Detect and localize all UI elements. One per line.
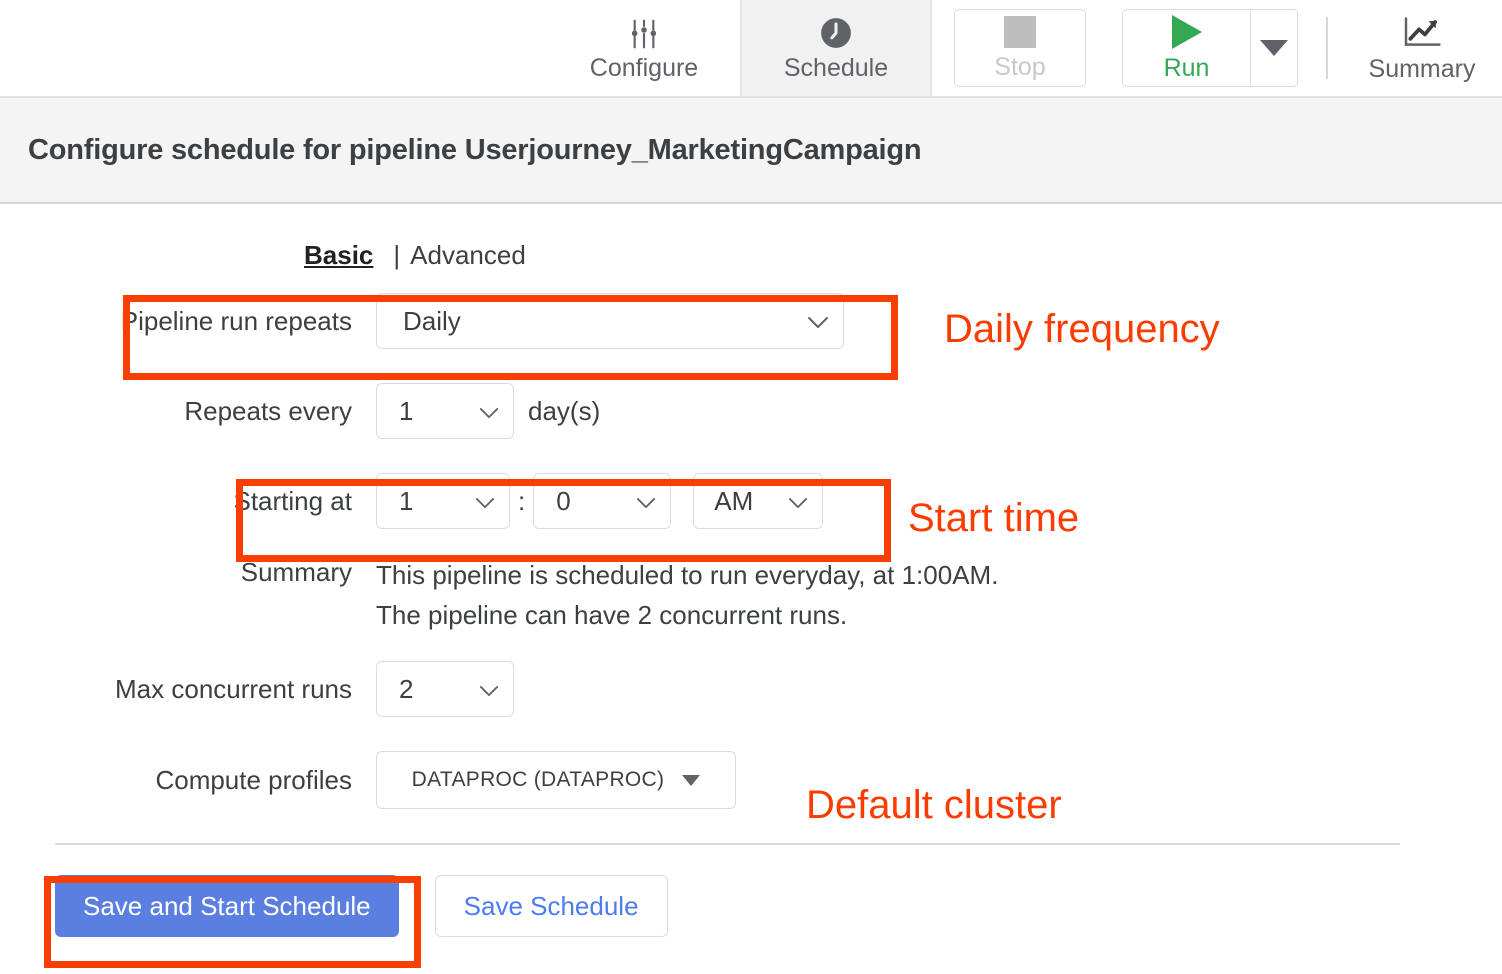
play-triangle-icon <box>1172 15 1202 49</box>
repeats-every-unit: day(s) <box>528 396 600 427</box>
repeats-every-label: Repeats every <box>0 396 376 427</box>
page-header: Configure schedule for pipeline Userjour… <box>0 98 1502 204</box>
caret-down-icon <box>682 775 700 786</box>
stop-button-label: Stop <box>994 55 1045 80</box>
tab-configure[interactable]: Configure <box>548 0 740 96</box>
toolbar-divider <box>1326 17 1328 79</box>
chevron-down-icon <box>788 486 808 517</box>
summary-button-label: Summary <box>1369 57 1476 82</box>
max-concurrent-runs-select[interactable]: 2 <box>376 661 514 717</box>
stop-square-icon <box>1004 16 1036 48</box>
compute-profile-button[interactable]: DATAPROC (DATAPROC) <box>376 751 736 809</box>
tab-schedule[interactable]: Schedule <box>740 0 932 96</box>
row-starting-at: Starting at 1 : 0 AM <box>0 473 1502 529</box>
top-toolbar: Configure Schedule Stop Run <box>0 0 1502 98</box>
mode-separator: | <box>393 240 400 271</box>
start-meridiem-select[interactable]: AM <box>693 473 823 529</box>
row-summary: Summary This pipeline is scheduled to ru… <box>0 555 1502 635</box>
starting-at-label: Starting at <box>0 486 376 517</box>
toolbar-actions: Stop Run Summary <box>932 0 1502 96</box>
form-actions: Save and Start Schedule Save Schedule <box>0 875 1502 937</box>
trending-up-chart-icon <box>1403 15 1441 49</box>
compute-profiles-label: Compute profiles <box>0 765 376 796</box>
max-concurrent-runs-label: Max concurrent runs <box>0 674 376 705</box>
compute-profile-value: DATAPROC (DATAPROC) <box>412 768 665 792</box>
summary-button[interactable]: Summary <box>1352 15 1492 82</box>
tab-configure-label: Configure <box>590 56 698 81</box>
save-and-start-schedule-button[interactable]: Save and Start Schedule <box>55 875 399 937</box>
time-colon-separator: : <box>518 486 525 517</box>
mode-basic-link[interactable]: Basic <box>304 240 373 271</box>
chevron-down-icon <box>636 486 656 517</box>
chevron-down-icon <box>479 396 499 427</box>
chevron-down-icon <box>1260 40 1288 56</box>
max-concurrent-runs-value: 2 <box>399 674 413 705</box>
summary-line-2: The pipeline can have 2 concurrent runs. <box>376 595 998 635</box>
summary-line-1: This pipeline is scheduled to run everyd… <box>376 555 998 595</box>
form-divider <box>55 843 1400 845</box>
save-schedule-button[interactable]: Save Schedule <box>435 875 668 937</box>
row-repeats-every: Repeats every 1 day(s) <box>0 383 1502 439</box>
start-hour-value: 1 <box>399 486 413 517</box>
pipeline-run-repeats-select[interactable]: Daily <box>376 293 844 349</box>
start-meridiem-value: AM <box>714 486 753 517</box>
summary-label: Summary <box>0 555 376 635</box>
repeats-every-value: 1 <box>399 396 413 427</box>
chevron-down-icon <box>479 674 499 705</box>
page-title: Configure schedule for pipeline Userjour… <box>0 134 921 167</box>
row-compute-profiles: Compute profiles DATAPROC (DATAPROC) <box>0 751 1502 809</box>
chevron-down-icon <box>807 306 829 337</box>
run-options-button[interactable] <box>1250 9 1298 87</box>
mode-advanced-link[interactable]: Advanced <box>410 240 526 271</box>
schedule-form: Basic | Advanced Pipeline run repeats Da… <box>0 204 1502 937</box>
repeats-every-select[interactable]: 1 <box>376 383 514 439</box>
run-button-label: Run <box>1164 56 1210 81</box>
row-max-concurrent-runs: Max concurrent runs 2 <box>0 661 1502 717</box>
run-button[interactable]: Run <box>1122 9 1250 87</box>
pipeline-run-repeats-label: Pipeline run repeats <box>0 306 376 337</box>
summary-text-block: This pipeline is scheduled to run everyd… <box>376 555 998 635</box>
start-hour-select[interactable]: 1 <box>376 473 510 529</box>
row-pipeline-run-repeats: Pipeline run repeats Daily <box>0 293 1502 349</box>
clock-icon <box>819 16 853 50</box>
sliders-icon <box>627 16 661 50</box>
chevron-down-icon <box>475 486 495 517</box>
tab-schedule-label: Schedule <box>784 56 888 81</box>
stop-button[interactable]: Stop <box>954 9 1086 87</box>
mode-switch: Basic | Advanced <box>0 204 1502 271</box>
start-minute-select[interactable]: 0 <box>533 473 671 529</box>
start-minute-value: 0 <box>556 486 570 517</box>
pipeline-run-repeats-value: Daily <box>403 306 461 337</box>
